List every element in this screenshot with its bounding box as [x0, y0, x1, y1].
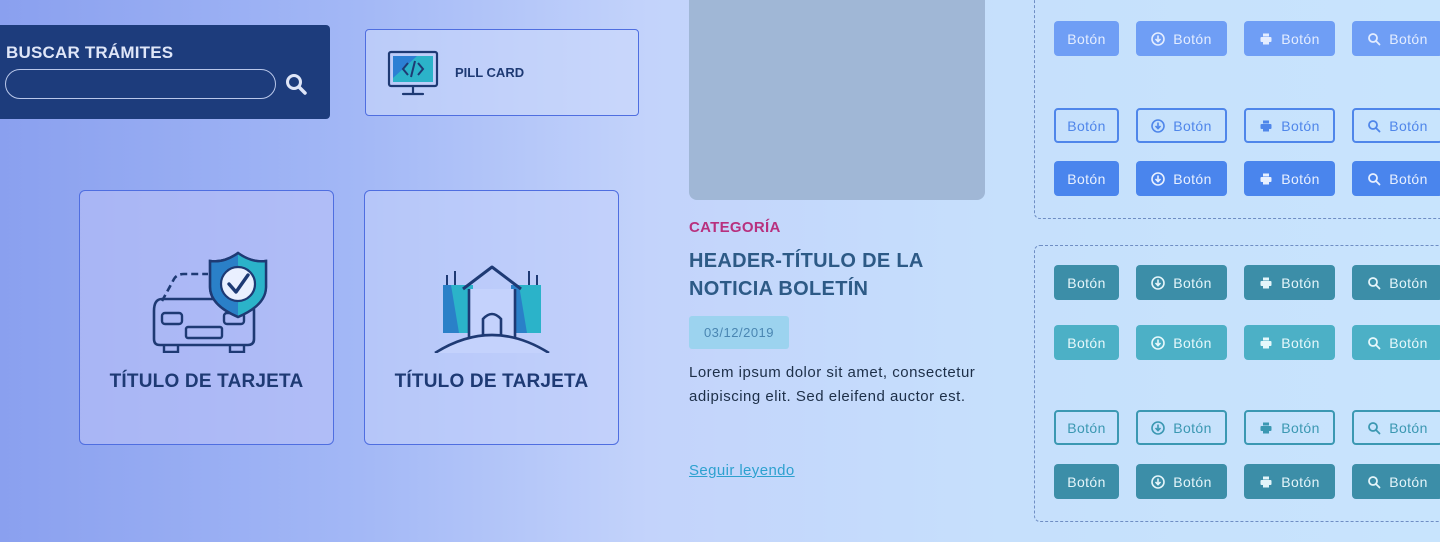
search-input[interactable]	[5, 69, 276, 99]
download-button[interactable]: Botón	[1136, 108, 1227, 143]
download-button[interactable]: Botón	[1136, 410, 1227, 445]
search-icon	[1367, 336, 1381, 350]
button-label: Botón	[1281, 274, 1320, 291]
button-label: Botón	[1281, 473, 1320, 490]
search-button[interactable]: Botón	[1352, 108, 1440, 143]
search-button[interactable]: Botón	[1352, 410, 1440, 445]
print-icon	[1259, 475, 1273, 489]
search-button[interactable]: Botón	[1352, 464, 1440, 499]
button-label: Botón	[1067, 473, 1106, 490]
house-buildings-icon	[429, 249, 555, 355]
button-label: Botón	[1067, 30, 1106, 47]
download-icon	[1151, 275, 1166, 290]
button-label: Botón	[1389, 117, 1428, 134]
button-label: Botón	[1173, 117, 1212, 134]
search-icon	[1367, 475, 1381, 489]
button-label: Botón	[1389, 274, 1428, 291]
card-housing[interactable]: TÍTULO DE TARJETA	[364, 190, 619, 445]
print-button[interactable]: Botón	[1244, 325, 1335, 360]
text-button[interactable]: Botón	[1054, 325, 1119, 360]
car-shield-icon	[144, 249, 270, 354]
search-icon	[1367, 276, 1381, 290]
print-button[interactable]: Botón	[1244, 265, 1335, 300]
card-title: TÍTULO DE TARJETA	[394, 371, 589, 392]
search-icon	[1367, 172, 1381, 186]
download-icon	[1151, 171, 1166, 186]
search-icon	[1367, 421, 1381, 435]
button-label: Botón	[1067, 170, 1106, 187]
search-button[interactable]: Botón	[1352, 265, 1440, 300]
button-label: Botón	[1173, 473, 1212, 490]
monitor-code-icon	[387, 50, 439, 98]
print-icon	[1259, 336, 1273, 350]
download-button[interactable]: Botón	[1136, 464, 1227, 499]
text-button[interactable]: Botón	[1054, 21, 1119, 56]
button-label: Botón	[1173, 334, 1212, 351]
download-button[interactable]: Botón	[1136, 265, 1227, 300]
download-button[interactable]: Botón	[1136, 325, 1227, 360]
pill-card-label: PILL CARD	[455, 65, 525, 80]
print-button[interactable]: Botón	[1244, 410, 1335, 445]
news-date-badge: 03/12/2019	[689, 316, 789, 349]
download-icon	[1151, 420, 1166, 435]
button-label: Botón	[1389, 334, 1428, 351]
download-button[interactable]: Botón	[1136, 161, 1227, 196]
download-icon	[1151, 118, 1166, 133]
print-icon	[1259, 172, 1273, 186]
print-button[interactable]: Botón	[1244, 161, 1335, 196]
button-label: Botón	[1067, 274, 1106, 291]
download-icon	[1151, 474, 1166, 489]
button-label: Botón	[1281, 170, 1320, 187]
button-label: Botón	[1281, 419, 1320, 436]
button-label: Botón	[1173, 274, 1212, 291]
search-panel: BUSCAR TRÁMITES	[0, 25, 330, 119]
button-label: Botón	[1173, 30, 1212, 47]
search-icon	[1367, 119, 1381, 133]
button-label: Botón	[1281, 117, 1320, 134]
button-label: Botón	[1067, 419, 1106, 436]
search-button[interactable]: Botón	[1352, 325, 1440, 360]
button-label: Botón	[1067, 334, 1106, 351]
download-icon	[1151, 335, 1166, 350]
download-button[interactable]: Botón	[1136, 21, 1227, 56]
text-button[interactable]: Botón	[1054, 161, 1119, 196]
card-title: TÍTULO DE TARJETA	[109, 371, 304, 392]
search-icon[interactable]	[285, 73, 307, 95]
button-label: Botón	[1281, 30, 1320, 47]
button-label: Botón	[1281, 334, 1320, 351]
button-label: Botón	[1389, 170, 1428, 187]
print-icon	[1259, 421, 1273, 435]
button-label: Botón	[1389, 30, 1428, 47]
download-icon	[1151, 31, 1166, 46]
text-button[interactable]: Botón	[1054, 464, 1119, 499]
button-label: Botón	[1173, 170, 1212, 187]
text-button[interactable]: Botón	[1054, 265, 1119, 300]
news-headline: HEADER-TÍTULO DE LA NOTICIA BOLETÍN	[689, 250, 923, 300]
print-button[interactable]: Botón	[1244, 21, 1335, 56]
print-icon	[1259, 276, 1273, 290]
text-button[interactable]: Botón	[1054, 108, 1119, 143]
card-car-insurance[interactable]: TÍTULO DE TARJETA	[79, 190, 334, 445]
search-icon	[1367, 32, 1381, 46]
search-button[interactable]: Botón	[1352, 21, 1440, 56]
search-title: BUSCAR TRÁMITES	[6, 43, 174, 62]
button-label: Botón	[1173, 419, 1212, 436]
button-label: Botón	[1389, 419, 1428, 436]
news-category: CATEGORÍA	[689, 219, 781, 236]
button-label: Botón	[1389, 473, 1428, 490]
print-icon	[1259, 32, 1273, 46]
print-icon	[1259, 119, 1273, 133]
news-image	[689, 0, 985, 200]
print-button[interactable]: Botón	[1244, 108, 1335, 143]
search-button[interactable]: Botón	[1352, 161, 1440, 196]
pill-card[interactable]: PILL CARD	[365, 29, 639, 116]
news-excerpt: Lorem ipsum dolor sit amet, consectetur …	[689, 364, 976, 405]
read-more-link[interactable]: Seguir leyendo	[689, 462, 795, 479]
text-button[interactable]: Botón	[1054, 410, 1119, 445]
button-label: Botón	[1067, 117, 1106, 134]
print-button[interactable]: Botón	[1244, 464, 1335, 499]
